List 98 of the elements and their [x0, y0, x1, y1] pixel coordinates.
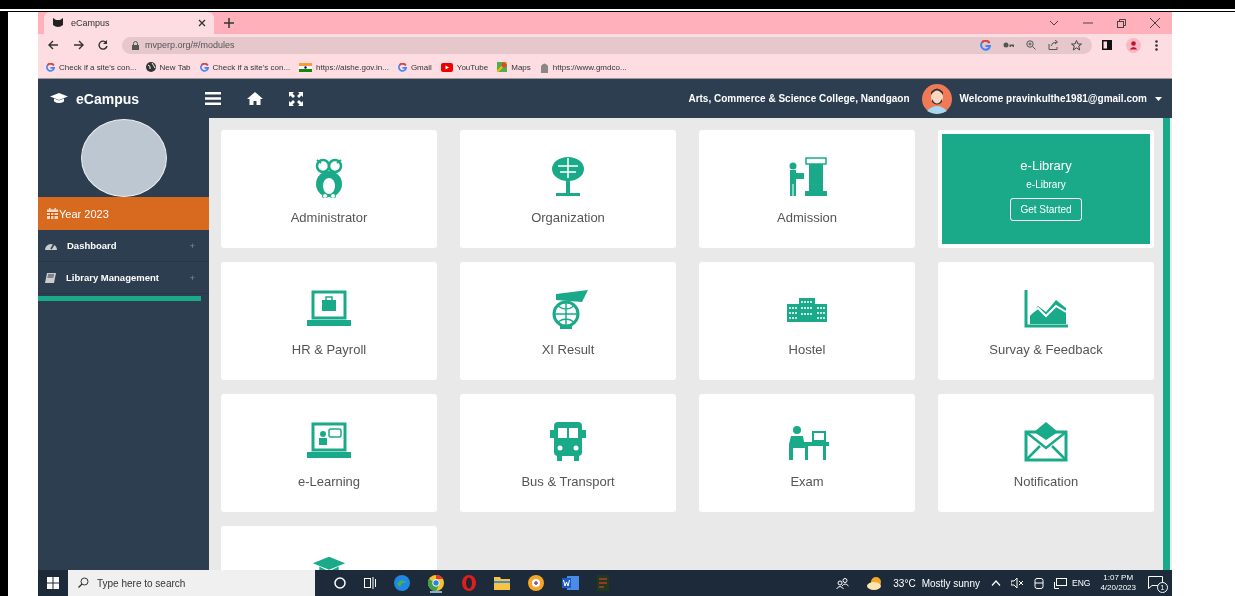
module-card[interactable] — [221, 526, 437, 570]
forward-arrow-icon[interactable] — [73, 40, 84, 50]
module-label: Hostel — [788, 342, 826, 357]
bookmark-link[interactable]: https://aishe.gov.in... — [299, 62, 389, 72]
back-arrow-icon[interactable] — [48, 40, 59, 50]
module-card[interactable]: Notification — [938, 394, 1154, 512]
weather-text: Mostly sunny — [921, 577, 980, 589]
network-icon[interactable] — [1054, 577, 1067, 589]
module-card[interactable]: Administrator — [221, 130, 437, 248]
profile-avatar-icon[interactable] — [1126, 37, 1141, 53]
bookmark-link[interactable]: Maps — [497, 62, 531, 72]
bookmark-link[interactable]: Check if a site's con... — [199, 62, 291, 72]
globe-icon — [145, 62, 156, 72]
clock[interactable]: 1:07 PM 4/20/2023 — [1100, 573, 1136, 593]
module-card[interactable]: XI Result — [460, 262, 676, 380]
calendar-icon — [47, 208, 58, 219]
user-menu[interactable]: Welcome pravinkulthe1981@gmail.com — [959, 93, 1147, 104]
shield-browser-icon[interactable] — [528, 575, 544, 591]
caret-icon[interactable] — [1155, 96, 1162, 101]
speaker-muted-icon[interactable] — [1011, 578, 1024, 588]
chrome-icon[interactable] — [428, 575, 444, 591]
google-icon — [46, 62, 55, 72]
module-label: HR & Payroll — [291, 342, 367, 357]
search-icon — [78, 577, 89, 588]
module-label: Admission — [777, 210, 837, 225]
college-name: Arts, Commerce & Science College, Nandgaon — [688, 93, 910, 104]
module-card[interactable]: Organization — [460, 130, 676, 248]
google-icon — [397, 62, 407, 72]
module-card[interactable]: Admission — [699, 130, 915, 248]
share-icon[interactable] — [1048, 40, 1059, 50]
windows-start-icon[interactable] — [47, 577, 59, 589]
google-icon — [199, 62, 209, 72]
flag-icon — [299, 62, 313, 72]
bookmark-link[interactable]: Check if a site's con... — [46, 62, 137, 72]
module-label: Organization — [531, 210, 605, 225]
module-label: XI Result — [541, 342, 595, 357]
module-title: e-Library — [1020, 158, 1072, 173]
module-label: Notification — [1013, 474, 1079, 489]
expand-icon[interactable] — [289, 91, 303, 106]
word-icon[interactable] — [562, 576, 579, 590]
star-icon[interactable] — [1071, 39, 1082, 51]
home-icon[interactable] — [247, 92, 263, 105]
address-bar[interactable]: mvperp.org/#/modules — [122, 36, 1092, 54]
message-icon — [1148, 576, 1163, 589]
module-label: e-Learning — [297, 474, 361, 489]
module-card[interactable]: Survay & Feedback — [938, 262, 1154, 380]
chevron-up-icon[interactable] — [991, 580, 1001, 586]
restore-icon[interactable] — [1117, 18, 1126, 28]
google-icon[interactable] — [980, 39, 991, 51]
bookmark-link[interactable]: New Tab — [145, 62, 191, 72]
module-label: Administrator — [290, 210, 368, 225]
module-card[interactable]: Hostel — [699, 262, 915, 380]
key-icon[interactable] — [1003, 42, 1014, 48]
lock-icon — [132, 40, 139, 50]
emblem-icon — [539, 61, 549, 73]
browser-swirl-icon[interactable] — [394, 575, 410, 591]
people-icon[interactable] — [836, 577, 850, 589]
circle-icon[interactable] — [334, 577, 346, 589]
chevron-down-icon[interactable] — [1049, 20, 1059, 26]
video-play-icon — [440, 62, 453, 72]
browser-tab[interactable]: eCampus — [44, 12, 214, 34]
module-card[interactable]: e-Learning — [221, 394, 437, 512]
reload-icon[interactable] — [98, 40, 108, 50]
bookmark-link[interactable]: YouTube — [440, 62, 489, 72]
envelope-icon — [1022, 420, 1070, 462]
year-label: Year 2023 — [59, 207, 109, 220]
menu-icon[interactable] — [205, 92, 221, 105]
module-card[interactable]: HR & Payroll — [221, 262, 437, 380]
graduation-cap-icon — [50, 93, 68, 104]
user-avatar-icon[interactable] — [921, 83, 952, 114]
side-panel-icon[interactable] — [1102, 40, 1112, 50]
module-label: Bus & Transport — [521, 474, 615, 489]
tab-title: eCampus — [71, 18, 110, 28]
new-tab-icon[interactable] — [224, 18, 234, 28]
module-card[interactable]: Bus & Transport — [460, 394, 676, 512]
scrollbar[interactable] — [1163, 118, 1170, 570]
taskbar-search-field[interactable]: Type here to search — [68, 570, 315, 596]
folder-icon[interactable] — [494, 576, 510, 590]
temperature-text: 33°C — [893, 577, 916, 589]
device-icon[interactable] — [1034, 577, 1044, 589]
close-icon[interactable] — [198, 19, 206, 27]
zoom-icon[interactable] — [1026, 40, 1036, 50]
module-subtitle: e-Library — [1026, 179, 1066, 190]
brand-name: eCampus — [76, 90, 140, 107]
module-card[interactable]: Exam — [699, 394, 915, 512]
task-view-icon[interactable] — [364, 577, 376, 589]
opera-icon[interactable] — [462, 575, 476, 591]
map-pin-icon — [497, 62, 508, 72]
close-icon[interactable] — [1150, 18, 1160, 28]
book-icon — [45, 272, 56, 283]
language-indicator[interactable]: ENG — [1072, 578, 1091, 588]
bookmark-link[interactable]: https://www.gmdco... — [539, 61, 627, 73]
line-chart-icon — [1022, 288, 1070, 330]
dashboard-gauge-icon — [45, 241, 57, 250]
module-label: Exam — [790, 474, 824, 489]
module-label: Survay & Feedback — [989, 342, 1103, 357]
bookmark-link[interactable]: Gmail — [397, 62, 432, 72]
more-menu-icon[interactable] — [1155, 39, 1158, 51]
